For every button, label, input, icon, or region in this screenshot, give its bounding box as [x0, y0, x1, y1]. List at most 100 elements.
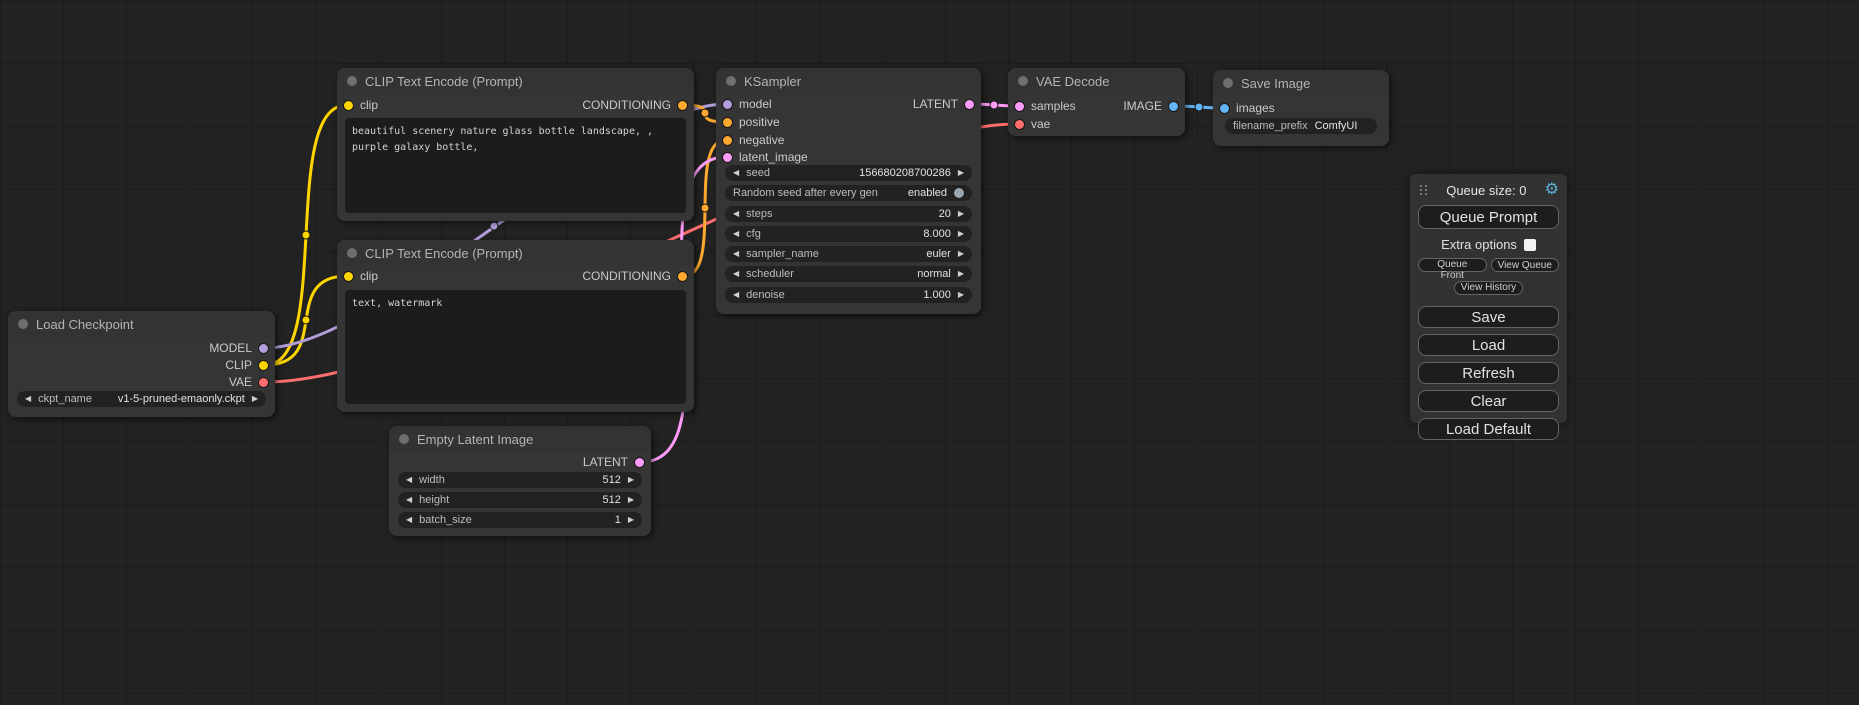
stepper-left-icon[interactable]: ◀	[733, 250, 739, 258]
model-port-dot[interactable]	[259, 344, 268, 353]
stepper-left-icon[interactable]: ◀	[406, 476, 412, 484]
scheduler-widget[interactable]: ◀ scheduler normal ▶	[725, 266, 972, 282]
node-canvas[interactable]: Load Checkpoint MODEL CLIP VAE ◀ ckpt_na…	[0, 0, 1859, 705]
denoise-widget[interactable]: ◀ denoise 1.000 ▶	[725, 287, 972, 303]
stepper-left-icon[interactable]: ◀	[733, 169, 739, 177]
stepper-left-icon[interactable]: ◀	[733, 210, 739, 218]
node-title-bar[interactable]: CLIP Text Encode (Prompt)	[337, 68, 694, 94]
port-label: vae	[1031, 117, 1050, 131]
conditioning-port-dot[interactable]	[678, 272, 687, 281]
conditioning-port-dot[interactable]	[678, 101, 687, 110]
widget-value: euler	[926, 248, 950, 260]
port-label: negative	[739, 133, 784, 147]
collapse-dot[interactable]	[1223, 78, 1233, 88]
node-title-bar[interactable]: VAE Decode	[1008, 68, 1185, 94]
conditioning-port-dot[interactable]	[723, 118, 732, 127]
stepper-right-icon[interactable]: ▶	[628, 496, 634, 504]
width-widget[interactable]: ◀ width 512 ▶	[398, 472, 642, 488]
queue-front-button[interactable]: Queue Front	[1418, 258, 1487, 272]
latent-port-dot[interactable]	[1015, 102, 1024, 111]
random-seed-toggle-widget[interactable]: Random seed after every gen enabled	[725, 185, 972, 201]
load-default-button[interactable]: Load Default	[1418, 418, 1559, 440]
node-title-bar[interactable]: CLIP Text Encode (Prompt)	[337, 240, 694, 266]
node-empty-latent-image[interactable]: Empty Latent Image LATENT ◀ width 512 ▶ …	[389, 426, 651, 536]
wire-midpoint-dot	[990, 101, 998, 109]
latent-port-dot[interactable]	[723, 153, 732, 162]
clip-port-dot[interactable]	[344, 272, 353, 281]
latent-port-dot[interactable]	[635, 458, 644, 467]
latent-port-dot[interactable]	[965, 100, 974, 109]
clip-port-dot[interactable]	[344, 101, 353, 110]
filename-prefix-widget[interactable]: filename_prefix ComfyUI	[1225, 118, 1377, 134]
node-clip-text-encode-negative[interactable]: CLIP Text Encode (Prompt) clip CONDITION…	[337, 240, 694, 412]
stepper-right-icon[interactable]: ▶	[958, 270, 964, 278]
output-conditioning: CONDITIONING	[582, 268, 687, 284]
steps-widget[interactable]: ◀ steps 20 ▶	[725, 206, 972, 222]
vae-port-dot[interactable]	[259, 378, 268, 387]
stepper-left-icon[interactable]: ◀	[406, 516, 412, 524]
node-title-bar[interactable]: Save Image	[1213, 70, 1389, 96]
save-button[interactable]: Save	[1418, 306, 1559, 328]
stepper-right-icon[interactable]: ▶	[958, 210, 964, 218]
node-save-image[interactable]: Save Image images filename_prefix ComfyU…	[1213, 70, 1389, 146]
stepper-right-icon[interactable]: ▶	[958, 291, 964, 299]
collapse-dot[interactable]	[726, 76, 736, 86]
collapse-dot[interactable]	[18, 319, 28, 329]
output-vae: VAE	[229, 374, 268, 390]
conditioning-port-dot[interactable]	[723, 136, 732, 145]
model-port-dot[interactable]	[723, 100, 732, 109]
port-label: MODEL	[209, 341, 252, 355]
view-history-button[interactable]: View History	[1454, 281, 1523, 295]
vae-port-dot[interactable]	[1015, 120, 1024, 129]
node-title-bar[interactable]: Load Checkpoint	[8, 311, 275, 337]
queue-prompt-button[interactable]: Queue Prompt	[1418, 205, 1559, 229]
stepper-right-icon[interactable]: ▶	[628, 516, 634, 524]
port-label: LATENT	[913, 97, 958, 111]
stepper-right-icon[interactable]: ▶	[958, 169, 964, 177]
node-vae-decode[interactable]: VAE Decode samples vae IMAGE	[1008, 68, 1185, 136]
load-button[interactable]: Load	[1418, 334, 1559, 356]
image-port-dot[interactable]	[1220, 104, 1229, 113]
sampler-name-widget[interactable]: ◀ sampler_name euler ▶	[725, 246, 972, 262]
node-title-bar[interactable]: Empty Latent Image	[389, 426, 651, 452]
batch-size-widget[interactable]: ◀ batch_size 1 ▶	[398, 512, 642, 528]
node-title-bar[interactable]: KSampler	[716, 68, 981, 94]
stepper-right-icon[interactable]: ▶	[252, 395, 258, 403]
negative-prompt-textarea[interactable]: text, watermark	[345, 290, 686, 404]
stepper-left-icon[interactable]: ◀	[733, 291, 739, 299]
positive-prompt-textarea[interactable]: beautiful scenery nature glass bottle la…	[345, 118, 686, 213]
refresh-button[interactable]: Refresh	[1418, 362, 1559, 384]
stepper-left-icon[interactable]: ◀	[406, 496, 412, 504]
stepper-left-icon[interactable]: ◀	[25, 395, 31, 403]
stepper-left-icon[interactable]: ◀	[733, 230, 739, 238]
cfg-widget[interactable]: ◀ cfg 8.000 ▶	[725, 226, 972, 242]
node-load-checkpoint[interactable]: Load Checkpoint MODEL CLIP VAE ◀ ckpt_na…	[8, 311, 275, 417]
widget-label: denoise	[746, 289, 785, 301]
clear-button[interactable]: Clear	[1418, 390, 1559, 412]
toggle-knob-icon[interactable]	[954, 188, 964, 198]
stepper-right-icon[interactable]: ▶	[958, 230, 964, 238]
view-queue-button[interactable]: View Queue	[1491, 258, 1560, 272]
stepper-left-icon[interactable]: ◀	[733, 270, 739, 278]
queue-small-buttons-row: Queue Front View Queue	[1418, 258, 1559, 272]
clip-port-dot[interactable]	[259, 361, 268, 370]
ckpt-name-widget[interactable]: ◀ ckpt_name v1-5-pruned-emaonly.ckpt ▶	[17, 391, 266, 407]
collapse-dot[interactable]	[347, 76, 357, 86]
collapse-dot[interactable]	[347, 248, 357, 258]
widget-value: 512	[602, 494, 620, 506]
image-port-dot[interactable]	[1169, 102, 1178, 111]
node-ksampler[interactable]: KSampler model positive negative latent_…	[716, 68, 981, 314]
node-clip-text-encode-positive[interactable]: CLIP Text Encode (Prompt) clip CONDITION…	[337, 68, 694, 221]
settings-gear-icon[interactable]: ⚙	[1545, 182, 1559, 198]
drag-handle-icon[interactable]	[1420, 185, 1428, 195]
output-image: IMAGE	[1123, 98, 1178, 114]
stepper-right-icon[interactable]: ▶	[958, 250, 964, 258]
input-latent-image: latent_image	[723, 149, 808, 165]
height-widget[interactable]: ◀ height 512 ▶	[398, 492, 642, 508]
extra-options-checkbox[interactable]	[1524, 239, 1536, 251]
collapse-dot[interactable]	[399, 434, 409, 444]
wire-midpoint-dot	[701, 204, 709, 212]
stepper-right-icon[interactable]: ▶	[628, 476, 634, 484]
collapse-dot[interactable]	[1018, 76, 1028, 86]
seed-widget[interactable]: ◀ seed 156680208700286 ▶	[725, 165, 972, 181]
